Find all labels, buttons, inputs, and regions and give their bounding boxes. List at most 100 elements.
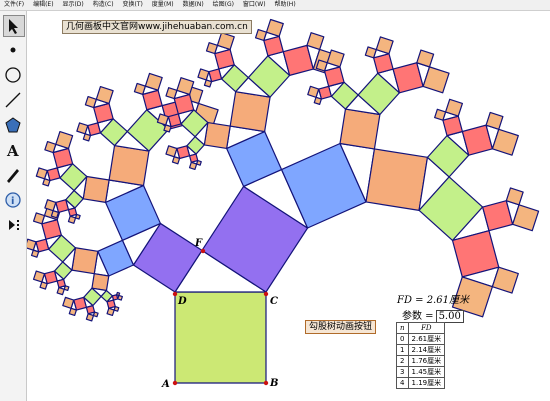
tree-square xyxy=(32,270,46,283)
table-cell: 1.19厘米 xyxy=(407,377,446,389)
sketch-canvas[interactable]: 几何画板中文官网www.jihehuaban.com.cn 勾股树动画按钮 A … xyxy=(27,11,550,401)
point-label-c: C xyxy=(270,296,278,307)
tree-square xyxy=(203,121,231,150)
tree-square xyxy=(113,305,120,312)
tree-square xyxy=(313,96,322,105)
tree-square xyxy=(205,42,219,55)
menu-display[interactable]: 显示(D) xyxy=(62,0,83,10)
line-tool-icon[interactable] xyxy=(3,90,23,110)
iteration-table[interactable]: n FD 0 2.61厘米 1 2.14厘米 2 1.76厘米 3 1.45厘米 4 1.… xyxy=(396,322,446,389)
tree-square xyxy=(117,294,123,301)
menu-graph[interactable]: 绘图(G) xyxy=(213,0,234,10)
tree-square xyxy=(39,281,48,290)
tree-square xyxy=(106,307,115,316)
tree-square xyxy=(85,313,95,322)
vertex-point[interactable] xyxy=(200,248,206,254)
tree-square xyxy=(174,291,267,384)
tree-square xyxy=(30,249,40,258)
table-cell: 4 xyxy=(396,377,409,389)
tree-square xyxy=(92,311,99,318)
tree-square xyxy=(188,161,198,170)
menu-construct[interactable]: 构造(C) xyxy=(93,0,114,10)
tree-square xyxy=(68,307,77,316)
compass-tool-icon[interactable] xyxy=(3,65,23,85)
tree-square xyxy=(307,85,320,98)
tree-square xyxy=(434,108,447,121)
tree-square xyxy=(63,285,70,291)
table-cell: 1.45厘米 xyxy=(407,366,446,378)
parameter-control[interactable]: 参数 = 5.00 xyxy=(402,307,464,323)
tree-square xyxy=(165,87,178,100)
table-row: 1 2.14厘米 xyxy=(396,344,446,356)
menu-window[interactable]: 窗口(W) xyxy=(243,0,266,10)
tree-square xyxy=(74,213,81,220)
tree-square xyxy=(32,212,46,225)
polygon-tool-icon[interactable] xyxy=(3,115,23,135)
table-row: 2 1.76厘米 xyxy=(396,355,446,367)
point-label-f: F xyxy=(195,238,203,249)
tree-square xyxy=(165,145,178,158)
menu-edit[interactable]: 编辑(E) xyxy=(33,0,53,10)
tree-square xyxy=(50,210,60,219)
table-row: 3 1.45厘米 xyxy=(396,366,446,378)
tree-square xyxy=(364,46,377,59)
tree-square xyxy=(171,156,181,165)
table-cell: 2.14厘米 xyxy=(407,344,446,356)
tree-square xyxy=(56,286,65,296)
tree-square xyxy=(42,178,51,187)
table-cell: 0 xyxy=(396,333,409,345)
table-cell: 2.61厘米 xyxy=(407,333,446,345)
text-tool-icon[interactable]: A xyxy=(3,140,23,160)
menu-file[interactable]: 文件(F) xyxy=(4,0,24,10)
pythagoras-tree-figure xyxy=(27,18,540,386)
parameter-label: 参数 = xyxy=(402,311,434,322)
tree-square xyxy=(71,247,99,275)
tree-square xyxy=(196,159,202,166)
tree-square xyxy=(44,140,57,154)
toolbox: A i xyxy=(0,11,27,401)
marker-tool-icon[interactable] xyxy=(3,165,23,185)
point-tool-icon[interactable] xyxy=(3,40,23,60)
tree-square xyxy=(197,68,210,81)
table-cell: 3 xyxy=(396,366,409,378)
table-row: 4 1.19厘米 xyxy=(396,377,446,389)
info-tool-icon[interactable]: i xyxy=(3,190,23,210)
menu-data[interactable]: 数据(N) xyxy=(183,0,204,10)
vertex-point[interactable] xyxy=(263,291,269,297)
tree-square xyxy=(84,95,97,109)
tree-square xyxy=(339,108,381,150)
arrow-tool-icon[interactable] xyxy=(3,15,25,37)
custom-tool-icon[interactable] xyxy=(3,215,23,235)
menu-bar: 文件(F) 编辑(E) 显示(D) 构造(C) 变换(T) 度量(M) 数据(N… xyxy=(0,0,550,11)
vertex-point[interactable] xyxy=(172,380,178,386)
table-cell: 2 xyxy=(396,355,409,367)
table-row: 0 2.61厘米 xyxy=(396,333,446,345)
tree-square xyxy=(229,91,271,133)
tree-square xyxy=(44,199,57,212)
website-tag: 几何画板中文官网www.jihehuaban.com.cn xyxy=(62,20,252,34)
tree-square xyxy=(91,273,110,292)
menu-measure[interactable]: 度量(M) xyxy=(152,0,174,10)
tree-square xyxy=(365,148,429,211)
tree-square xyxy=(156,113,169,126)
table-header-fd: FD xyxy=(407,322,446,334)
point-label-b: B xyxy=(270,378,279,389)
tree-square xyxy=(82,133,92,142)
tree-square xyxy=(76,122,89,135)
pythagoras-animation-button[interactable]: 勾股树动画按钮 xyxy=(305,320,377,334)
table-cell: 1.76厘米 xyxy=(407,355,446,367)
table-cell: 1 xyxy=(396,344,409,356)
tree-square xyxy=(62,296,75,309)
tree-square xyxy=(254,28,268,42)
tree-square xyxy=(315,59,328,72)
menu-help[interactable]: 帮助(H) xyxy=(274,0,295,10)
table-header-row: n FD xyxy=(396,322,446,334)
menu-transform[interactable]: 变换(T) xyxy=(123,0,143,10)
svg-text:A: A xyxy=(6,142,19,160)
vertex-point[interactable] xyxy=(263,380,269,386)
vertex-point[interactable] xyxy=(172,291,178,297)
tree-square xyxy=(203,79,213,88)
tree-square xyxy=(67,215,77,224)
fd-measurement[interactable]: FD = 2.61厘米 xyxy=(397,291,469,306)
tree-square xyxy=(108,144,150,187)
